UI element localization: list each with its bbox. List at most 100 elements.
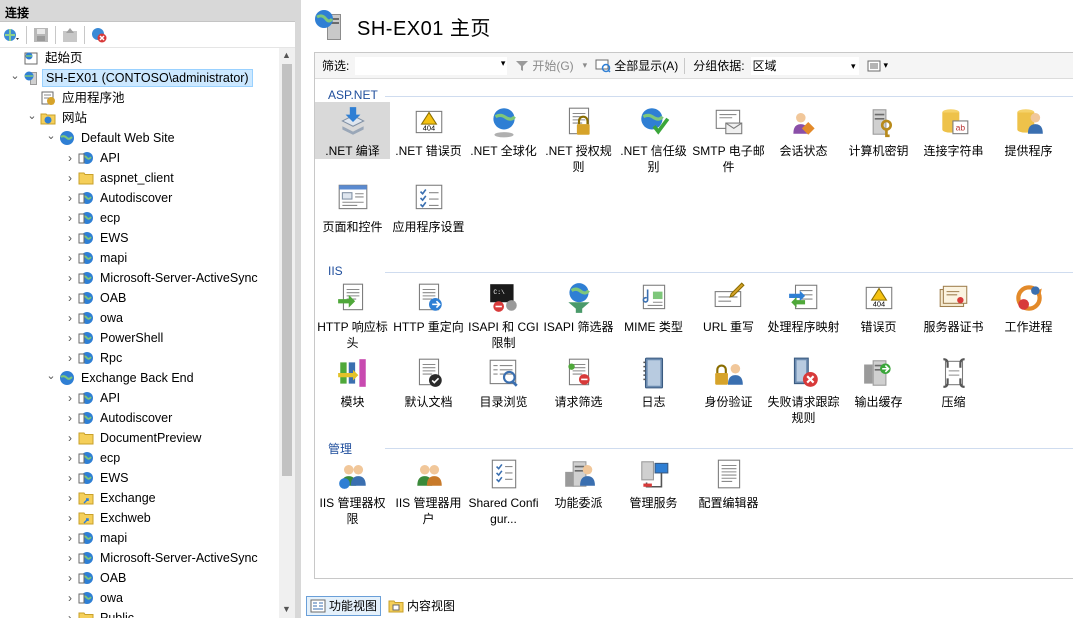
tree-node[interactable]: ⌄ Default Web Site — [0, 128, 279, 148]
feature-item[interactable]: 日志 — [616, 353, 691, 410]
tree-node[interactable]: › PowerShell — [0, 328, 279, 348]
collapsed-chevron-icon[interactable]: › — [65, 251, 75, 265]
feature-item[interactable]: .NET 编译 — [315, 102, 390, 159]
section-header[interactable]: IIS — [328, 264, 343, 278]
feature-item[interactable]: MIME 类型 — [616, 278, 691, 335]
feature-item[interactable]: 会话状态 — [766, 102, 841, 159]
feature-item[interactable]: 目录浏览 — [466, 353, 541, 410]
feature-item[interactable]: 身份验证 — [691, 353, 766, 410]
tree-node[interactable]: › Microsoft-Server-ActiveSync — [0, 548, 279, 568]
feature-item[interactable]: ab 连接字符串 — [916, 102, 991, 159]
collapsed-chevron-icon[interactable]: › — [65, 211, 75, 225]
collapsed-chevron-icon[interactable]: › — [65, 451, 75, 465]
tree-node[interactable]: 应用程序池 — [0, 88, 279, 108]
collapsed-chevron-icon[interactable]: › — [65, 271, 75, 285]
feature-item[interactable]: 请求筛选 — [541, 353, 616, 410]
tree-node[interactable]: › aspnet_client — [0, 168, 279, 188]
expanded-chevron-icon[interactable]: ⌄ — [27, 110, 37, 122]
tree-node[interactable]: › API — [0, 148, 279, 168]
collapsed-chevron-icon[interactable]: › — [65, 391, 75, 405]
feature-item[interactable]: 处理程序映射 — [766, 278, 841, 335]
expanded-chevron-icon[interactable]: ⌄ — [46, 370, 56, 382]
tree-node[interactable]: ⌄ Exchange Back End — [0, 368, 279, 388]
tree-node[interactable]: › Autodiscover — [0, 188, 279, 208]
connect-icon[interactable] — [2, 25, 22, 45]
collapsed-chevron-icon[interactable]: › — [65, 311, 75, 325]
tree-node[interactable]: › Autodiscover — [0, 408, 279, 428]
feature-item[interactable]: 压缩 — [916, 353, 991, 410]
tree-node[interactable]: › Microsoft-Server-ActiveSync — [0, 268, 279, 288]
collapsed-chevron-icon[interactable]: › — [65, 531, 75, 545]
expanded-chevron-icon[interactable]: ⌄ — [46, 130, 56, 142]
connections-tree[interactable]: 起始页 ⌄ SH-EX01 (CONTOSO\administrator) 应用程序池… — [0, 48, 279, 618]
feature-item[interactable]: 计算机密钥 — [841, 102, 916, 159]
feature-item[interactable]: URL 重写 — [691, 278, 766, 335]
feature-item[interactable]: .NET 授权规则 — [541, 102, 616, 175]
collapsed-chevron-icon[interactable]: › — [65, 611, 75, 618]
tree-node[interactable]: › Rpc — [0, 348, 279, 368]
tree-node[interactable]: › mapi — [0, 248, 279, 268]
section-header[interactable]: ASP.NET — [328, 88, 378, 102]
feature-item[interactable]: 配置编辑器 — [691, 454, 766, 511]
feature-item[interactable]: 输出缓存 — [841, 353, 916, 410]
up-icon[interactable] — [60, 25, 80, 45]
tree-node[interactable]: › Public — [0, 608, 279, 618]
feature-item[interactable]: C:\ ISAPI 和 CGI 限制 — [466, 278, 541, 351]
tree-node[interactable]: 起始页 — [0, 48, 279, 68]
feature-item[interactable]: Shared Configur... — [466, 454, 541, 527]
content-view-tab[interactable]: 内容视图 — [385, 596, 458, 616]
collapsed-chevron-icon[interactable]: › — [65, 151, 75, 165]
feature-item[interactable]: 应用程序设置 — [391, 178, 466, 235]
tree-node[interactable]: › ecp — [0, 448, 279, 468]
collapsed-chevron-icon[interactable]: › — [65, 331, 75, 345]
features-view-tab[interactable]: 功能视图 — [306, 595, 382, 616]
tree-node[interactable]: › DocumentPreview — [0, 428, 279, 448]
feature-item[interactable]: 管理服务 — [616, 454, 691, 511]
tree-node[interactable]: › owa — [0, 308, 279, 328]
view-mode-button[interactable]: ▾ — [867, 60, 888, 72]
feature-item[interactable]: 提供程序 — [991, 102, 1066, 159]
tree-node[interactable]: › EWS — [0, 468, 279, 488]
collapsed-chevron-icon[interactable]: › — [65, 291, 75, 305]
group-by-select[interactable]: 区域 — [750, 56, 859, 75]
feature-item[interactable]: 404 错误页 — [841, 278, 916, 335]
scroll-up-icon[interactable]: ▲ — [282, 50, 291, 60]
feature-item[interactable]: IIS 管理器用户 — [391, 454, 466, 527]
collapsed-chevron-icon[interactable]: › — [65, 351, 75, 365]
tree-node[interactable]: › EWS — [0, 228, 279, 248]
tree-node[interactable]: › mapi — [0, 528, 279, 548]
tree-node[interactable]: ⌄ 网站 — [0, 108, 279, 128]
collapsed-chevron-icon[interactable]: › — [65, 431, 75, 445]
feature-item[interactable]: 服务器证书 — [916, 278, 991, 335]
tree-scrollbar[interactable]: ▲ ▼ — [279, 48, 295, 618]
tree-node[interactable]: › OAB — [0, 288, 279, 308]
feature-item[interactable]: 工作进程 — [991, 278, 1066, 335]
scroll-down-icon[interactable]: ▼ — [282, 604, 291, 614]
tree-node[interactable]: › ecp — [0, 208, 279, 228]
collapsed-chevron-icon[interactable]: › — [65, 471, 75, 485]
collapsed-chevron-icon[interactable]: › — [65, 191, 75, 205]
save-icon[interactable] — [31, 25, 51, 45]
feature-item[interactable]: .NET 信任级别 — [616, 102, 691, 175]
feature-item[interactable]: HTTP 响应标头 — [315, 278, 390, 351]
collapsed-chevron-icon[interactable]: › — [65, 171, 75, 185]
feature-item[interactable]: 404 .NET 错误页 — [391, 102, 466, 159]
collapsed-chevron-icon[interactable]: › — [65, 231, 75, 245]
feature-item[interactable]: 功能委派 — [541, 454, 616, 511]
feature-item[interactable]: 页面和控件 — [315, 178, 390, 235]
feature-item[interactable]: .NET 全球化 — [466, 102, 541, 159]
tree-node[interactable]: ⌄ SH-EX01 (CONTOSO\administrator) — [0, 68, 279, 88]
collapsed-chevron-icon[interactable]: › — [65, 491, 75, 505]
feature-item[interactable]: 失败请求跟踪规则 — [766, 353, 841, 426]
tree-node[interactable]: › API — [0, 388, 279, 408]
tree-node[interactable]: › OAB — [0, 568, 279, 588]
tree-node[interactable]: › Exchange — [0, 488, 279, 508]
feature-item[interactable]: ISAPI 筛选器 — [541, 278, 616, 335]
collapsed-chevron-icon[interactable]: › — [65, 511, 75, 525]
feature-item[interactable]: HTTP 重定向 — [391, 278, 466, 335]
start-filter-button[interactable]: 开始(G) ▾ — [515, 57, 587, 74]
disconnect-icon[interactable] — [89, 25, 109, 45]
collapsed-chevron-icon[interactable]: › — [65, 411, 75, 425]
scroll-thumb[interactable] — [282, 64, 292, 476]
expanded-chevron-icon[interactable]: ⌄ — [10, 70, 20, 82]
